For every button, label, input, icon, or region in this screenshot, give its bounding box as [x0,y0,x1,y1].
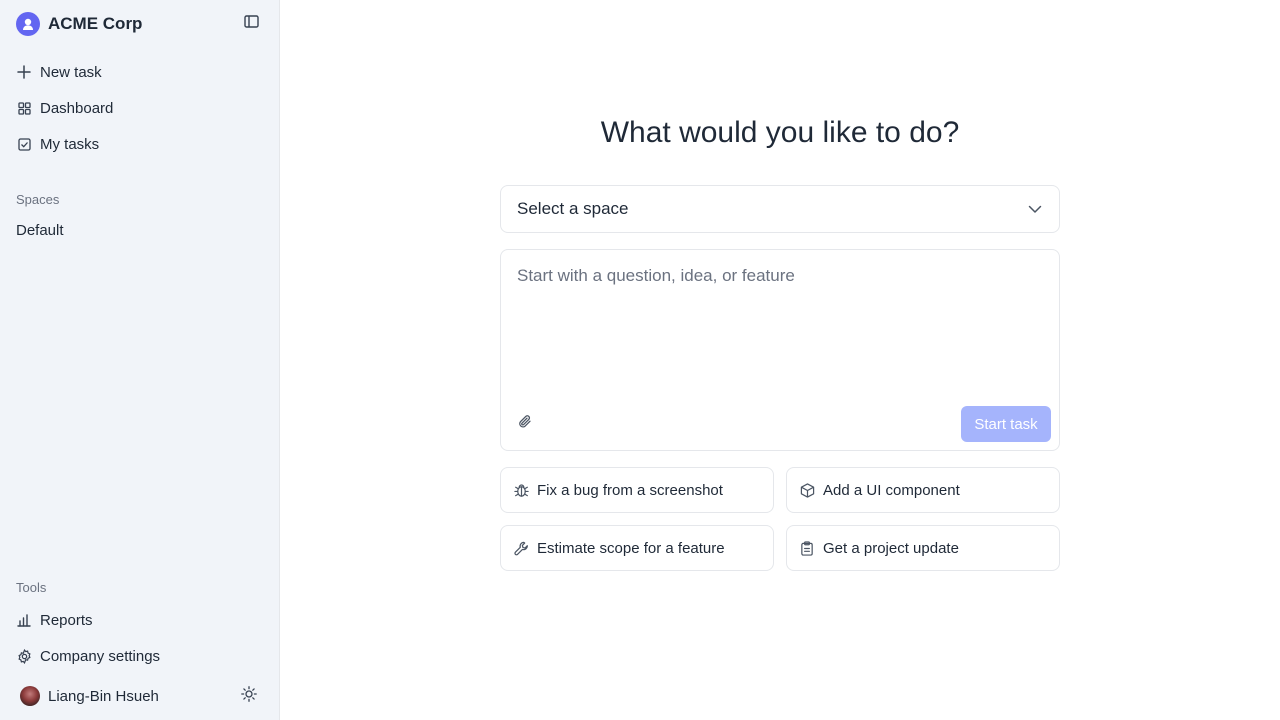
box-icon [799,482,815,498]
suggestion-estimate-scope[interactable]: Estimate scope for a feature [500,525,774,571]
wrench-icon [513,540,529,556]
tool-company-settings[interactable]: Company settings [16,644,264,668]
brand[interactable]: ACME Corp [16,12,142,36]
sun-icon [241,685,257,707]
attach-button[interactable] [517,414,533,434]
space-item-default[interactable]: Default [16,222,64,239]
task-composer: Start task [500,249,1060,451]
tool-label: Company settings [40,647,161,665]
bug-icon [513,482,529,498]
grid-icon [16,100,32,116]
space-select-value: Select a space [517,199,629,218]
user-profile[interactable]: Liang-Bin Hsueh [20,685,159,707]
sidebar: ACME Corp New task Dashboard My tasks Sp… [0,0,280,720]
sidebar-panel-icon [243,15,259,33]
paperclip-icon [518,414,532,434]
sidebar-toggle-button[interactable] [240,14,262,34]
nav-new-task[interactable]: New task [16,60,264,84]
theme-toggle-button[interactable] [240,685,258,707]
tools-heading: Tools [16,580,47,595]
suggestion-label: Get a project update [823,539,959,557]
nav-label: New task [40,63,102,81]
company-logo-icon [16,12,40,36]
task-input[interactable] [517,266,1045,396]
start-task-button[interactable]: Start task [961,406,1051,442]
suggestion-add-ui-component[interactable]: Add a UI component [786,467,1060,513]
clipboard-icon [799,540,815,556]
main-content: What would you like to do? Select a spac… [280,0,1280,720]
suggestion-fix-bug[interactable]: Fix a bug from a screenshot [500,467,774,513]
user-name: Liang-Bin Hsueh [48,687,159,705]
suggestion-label: Fix a bug from a screenshot [537,481,723,499]
nav-label: My tasks [40,135,100,153]
suggestion-project-update[interactable]: Get a project update [786,525,1060,571]
gear-icon [16,648,32,664]
nav-label: Dashboard [40,99,114,117]
space-select[interactable]: Select a space [500,185,1060,233]
chevron-down-icon [1027,201,1043,217]
bar-chart-icon [16,612,32,628]
avatar [20,686,40,706]
nav-my-tasks[interactable]: My tasks [16,132,264,156]
suggestion-label: Estimate scope for a feature [537,539,725,557]
plus-icon [16,64,32,80]
suggestion-label: Add a UI component [823,481,960,499]
tool-label: Reports [40,611,93,629]
brand-name: ACME Corp [48,14,143,33]
tool-reports[interactable]: Reports [16,608,264,632]
nav-dashboard[interactable]: Dashboard [16,96,264,120]
check-square-icon [16,136,32,152]
page-title: What would you like to do? [600,116,960,149]
spaces-heading: Spaces [16,192,60,207]
